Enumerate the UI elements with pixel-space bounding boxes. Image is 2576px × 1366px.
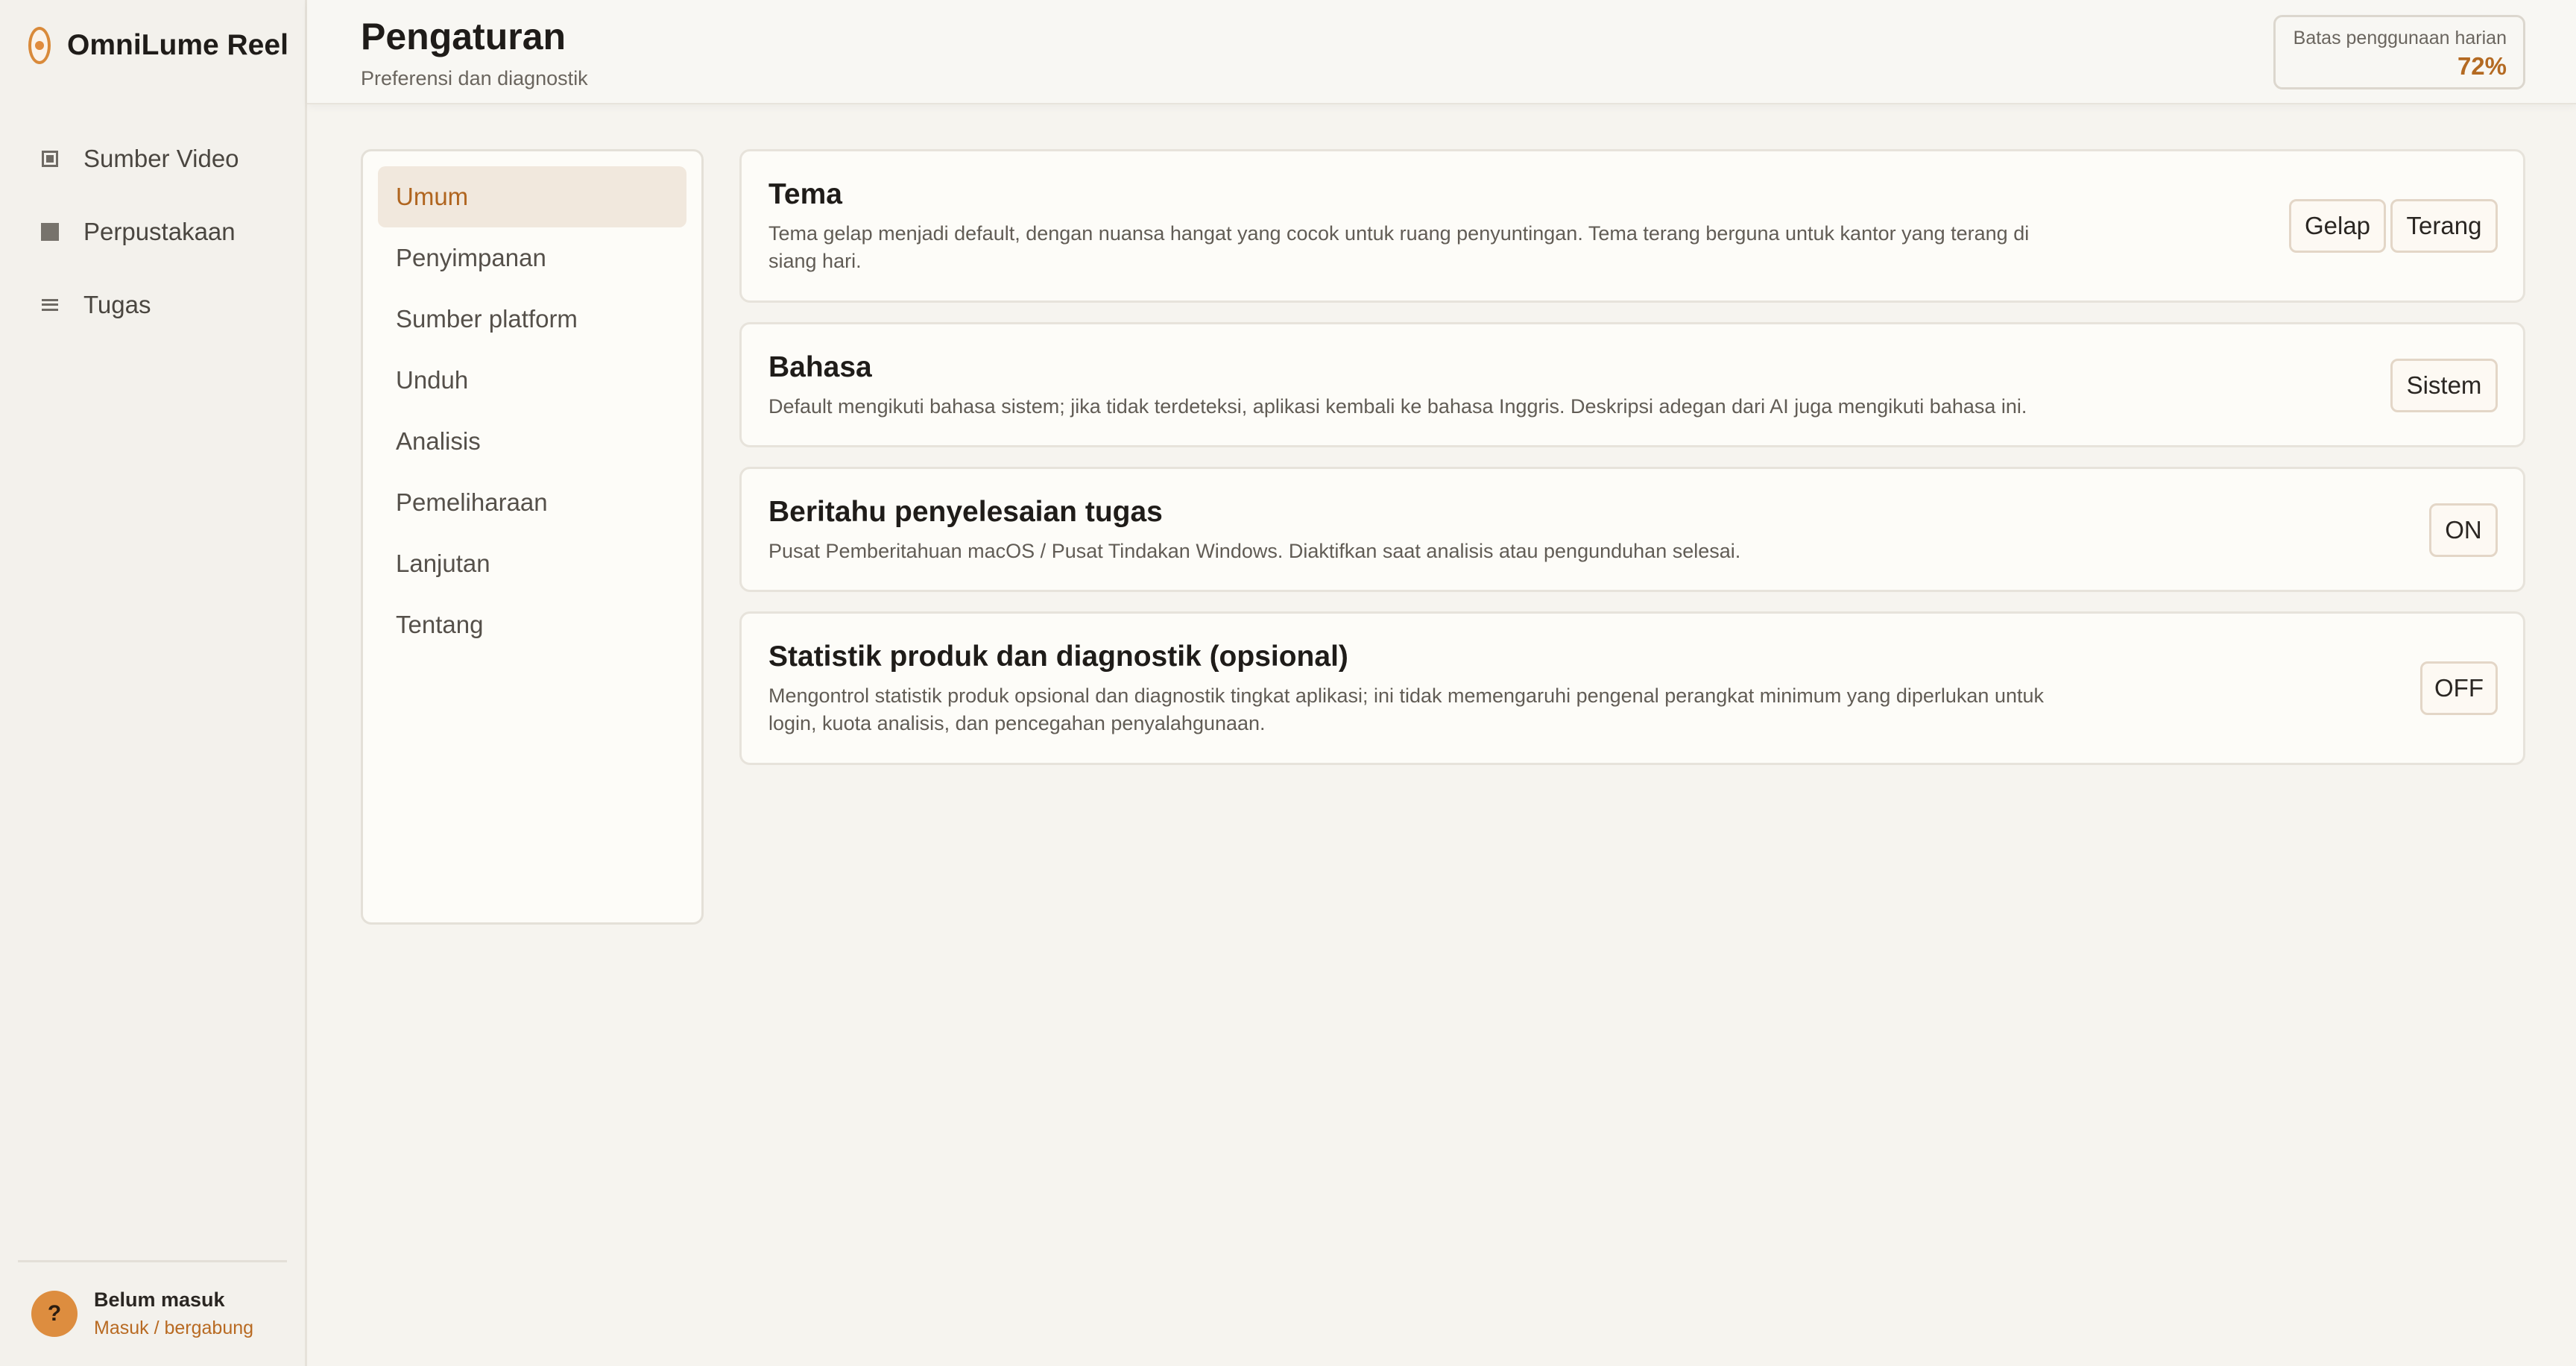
theme-title: Tema: [768, 178, 842, 210]
avatar[interactable]: ?: [31, 1291, 78, 1337]
app-sidebar: OmniLume Reel Sumber Video Perpustakaan …: [0, 0, 307, 1366]
sidebar-item-label: Sumber Video: [83, 145, 239, 172]
video-source-icon: [40, 151, 60, 167]
settings-tab-maintenance[interactable]: Pemeliharaan: [378, 472, 686, 533]
settings-tab-download[interactable]: Unduh: [378, 350, 686, 411]
tasks-icon: [40, 299, 60, 311]
language-select-button[interactable]: Sistem: [2390, 359, 2498, 412]
theme-description: Tema gelap menjadi default, dengan nuans…: [768, 222, 2030, 272]
settings-tab-storage[interactable]: Penyimpanan: [378, 227, 686, 289]
sidebar-item-label: Perpustakaan: [83, 218, 236, 245]
task-notification-description: Pusat Pemberitahuan macOS / Pusat Tindak…: [768, 540, 1741, 562]
user-status: Belum masuk: [94, 1288, 225, 1311]
settings-tab-general[interactable]: Umum: [378, 166, 686, 227]
task-notification-toggle[interactable]: ON: [2429, 503, 2498, 557]
settings-tab-analysis[interactable]: Analisis: [378, 411, 686, 472]
sidebar-item-video-source[interactable]: Sumber Video: [18, 122, 289, 195]
library-icon: [40, 223, 60, 241]
diagnostics-toggle[interactable]: OFF: [2420, 661, 2498, 715]
daily-usage-badge: Batas penggunaan harian 72%: [2273, 15, 2525, 89]
language-setting-card: Bahasa Default mengikuti bahasa sistem; …: [739, 322, 2525, 447]
user-text: Belum masuk Masuk / bergabung: [94, 1288, 253, 1339]
sidebar-item-label: Tugas: [83, 291, 151, 318]
diagnostics-setting-card: Statistik produk dan diagnostik (opsiona…: [739, 611, 2525, 765]
sidebar-item-library[interactable]: Perpustakaan: [18, 195, 289, 268]
language-title: Bahasa: [768, 351, 872, 383]
daily-usage-value: 72%: [2457, 52, 2507, 80]
sign-in-link[interactable]: Masuk / bergabung: [94, 1318, 253, 1339]
page-subtitle: Preferensi dan diagnostik: [361, 67, 588, 89]
task-notification-setting-card: Beritahu penyelesaian tugas Pusat Pember…: [739, 467, 2525, 592]
diagnostics-description: Mengontrol statistik produk opsional dan…: [768, 684, 2044, 734]
app-name: OmniLume Reel: [67, 29, 288, 61]
task-notification-title: Beritahu penyelesaian tugas: [768, 496, 1163, 528]
sidebar-item-tasks[interactable]: Tugas: [18, 268, 289, 342]
user-account[interactable]: ? Belum masuk Masuk / bergabung: [31, 1288, 253, 1339]
page-header: Pengaturan Preferensi dan diagnostik Bat…: [307, 0, 2576, 104]
app-brand: OmniLume Reel: [28, 27, 288, 64]
settings-category-nav: Umum Penyimpanan Sumber platform Unduh A…: [361, 149, 704, 925]
settings-tab-platform-sources[interactable]: Sumber platform: [378, 289, 686, 350]
language-description: Default mengikuti bahasa sistem; jika ti…: [768, 395, 2027, 418]
settings-tab-advanced[interactable]: Lanjutan: [378, 533, 686, 594]
app-logo-icon: [28, 27, 51, 64]
sidebar-nav: Sumber Video Perpustakaan Tugas: [18, 122, 289, 342]
diagnostics-title: Statistik produk dan diagnostik (opsiona…: [768, 640, 1348, 673]
daily-usage-label: Batas penggunaan harian: [2293, 28, 2507, 48]
page-title: Pengaturan: [361, 16, 566, 57]
theme-dark-button[interactable]: Gelap: [2289, 199, 2386, 253]
theme-setting-card: Tema Tema gelap menjadi default, dengan …: [739, 149, 2525, 303]
settings-tab-about[interactable]: Tentang: [378, 594, 686, 655]
sidebar-divider: [18, 1260, 287, 1262]
theme-light-button[interactable]: Terang: [2390, 199, 2498, 253]
